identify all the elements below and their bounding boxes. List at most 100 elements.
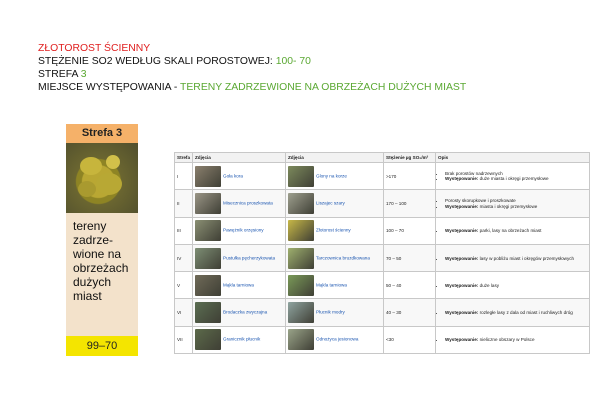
table-row: IV Pustułka pęcherzykowata Tarczownica bru…: [174, 243, 590, 273]
species-name-link[interactable]: Tarczownica bruzdkowana: [316, 255, 370, 260]
concentration-cell: <30: [383, 325, 436, 355]
species-name-link[interactable]: Misecznica proszkowata: [223, 201, 273, 206]
table-header-row: Strefa Zdjęcia Zdjęcia Stężenie µg SO₂/m³ Op…: [174, 152, 590, 163]
lichen-thumbnail[interactable]: [288, 274, 314, 296]
lichen-thumbnail[interactable]: [288, 302, 314, 324]
lichen-thumbnail[interactable]: [288, 220, 314, 242]
table-row: IGoła koraGlony na korze>170Brak porostó…: [174, 161, 590, 191]
lichen-thumbnail[interactable]: [288, 165, 314, 187]
description-item: Występowanie: parki, lasy na obrzeżach m…: [445, 228, 587, 233]
concentration-value: 100- 70: [275, 56, 311, 67]
description-cell: Występowanie: rozległe lasy z dala od mi…: [435, 298, 590, 327]
photo-cell: Liszajec szary: [285, 189, 384, 218]
photo-cell: Płucnik modry: [285, 298, 384, 327]
concentration-cell: >170: [383, 161, 436, 191]
lichen-photo: [66, 143, 138, 213]
lichen-title: ZŁOTOROST ŚCIENNY: [38, 43, 151, 54]
zone-line: STREFA 3: [38, 69, 87, 80]
description-cell: Porosty skorupkowe i proszkowateWystępow…: [435, 189, 590, 218]
species-name-link[interactable]: Płucnik modry: [316, 310, 345, 315]
habitat-value: TERENY ZADRZEWIONE NA OBRZEŻACH DUŻYCH M…: [180, 82, 467, 93]
lichen-thumbnail[interactable]: [288, 247, 314, 269]
table-row: VI Brodaczka zwyczajna Płucnik modry 40 – 3…: [174, 298, 590, 327]
species-name-link[interactable]: Złotorost ścienny: [316, 228, 351, 233]
zone-cell: II: [174, 189, 193, 218]
slide-header: ZŁOTOROST ŚCIENNY STĘŻENIE SO2 WEDŁUG SK…: [38, 42, 466, 94]
photo-cell: Brodaczka zwyczajna: [192, 298, 286, 327]
description-cell: Występowanie: lasy w pobliżu miast i okr…: [435, 243, 590, 273]
description-item: Występowanie: duże miasta i okręgi przem…: [445, 176, 587, 181]
lichen-thumbnail[interactable]: [195, 329, 221, 351]
lichen-thumbnail[interactable]: [195, 165, 221, 187]
species-name-link[interactable]: Mąkla tarniowa: [223, 283, 254, 288]
zone-card-text-line: obrzeżach: [73, 261, 129, 275]
zone-cell: IV: [174, 243, 193, 273]
column-header: Opis: [435, 152, 590, 163]
lichen-thumbnail[interactable]: [195, 274, 221, 296]
concentration-cell: 50 – 40: [383, 271, 436, 300]
photo-cell: Tarczownica bruzdkowana: [285, 243, 384, 273]
table-body: IGoła koraGlony na korze>170Brak porostó…: [174, 161, 590, 355]
species-name-link[interactable]: Brodaczka zwyczajna: [223, 310, 267, 315]
table-row: VII Granicznik płucnik Odnożyca jesionowa <…: [174, 325, 590, 355]
column-header: Zdjęcia: [285, 152, 384, 163]
species-name-link[interactable]: Glony na korze: [316, 173, 347, 178]
species-name-link[interactable]: Goła kora: [223, 173, 243, 178]
zone-cell: III: [174, 216, 193, 245]
photo-cell: Odnożyca jesionowa: [285, 325, 384, 355]
lichen-thumbnail[interactable]: [195, 192, 221, 214]
description-item: Występowanie: rozległe lasy z dala od mi…: [445, 310, 587, 315]
species-name-link[interactable]: Mąkla tarniowa: [316, 283, 347, 288]
zone-card: Strefa 3 tereny zadrze-wione na obrzeżach d…: [66, 124, 138, 356]
zone-cell: VII: [174, 325, 193, 355]
zone-card-text-line: wione na: [73, 247, 122, 261]
description-item: Występowanie: miasta i okręgi przemysłow…: [445, 204, 587, 209]
description-item: Brak porostów nadrzewnych: [445, 171, 587, 176]
photo-cell: Pustułka pęcherzykowata: [192, 243, 286, 273]
habitat-line: MIEJSCE WYSTĘPOWANIA - TERENY ZADRZEWION…: [38, 82, 467, 93]
species-name-link[interactable]: Pawężnik orzęsiony: [223, 228, 264, 233]
concentration-cell: 170 – 100: [383, 189, 436, 218]
zone-card-text-line: dużych: [73, 275, 112, 289]
zone-card-text-line: miast: [73, 289, 102, 303]
concentration-cell: 70 – 50: [383, 243, 436, 273]
column-header: Stężenie µg SO₂/m³: [383, 152, 436, 163]
table-row: II Misecznica proszkowata Liszajec szary 17…: [174, 189, 590, 218]
zone-cell: I: [174, 161, 193, 191]
column-header: Zdjęcia: [192, 152, 286, 163]
zone-cell: V: [174, 271, 193, 300]
table-row: V Mąkla tarniowa Mąkla tarniowa 50 – 40 Wyst…: [174, 271, 590, 300]
description-cell: Brak porostów nadrzewnychWystępowanie: d…: [435, 161, 590, 191]
description-cell: Występowanie: nieliczne obszary w Polsce: [435, 325, 590, 355]
zone-card-text: tereny zadrze-wione na obrzeżach dużych mias…: [66, 213, 138, 336]
concentration-cell: 100 – 70: [383, 216, 436, 245]
zone-card-text-line: zadrze-: [73, 233, 114, 247]
species-name-link[interactable]: Granicznik płucnik: [223, 337, 260, 342]
photo-cell: Pawężnik orzęsiony: [192, 216, 286, 245]
lichen-thumbnail[interactable]: [288, 192, 314, 214]
photo-cell: Glony na korze: [285, 161, 384, 191]
zone-card-title: Strefa 3: [66, 124, 138, 143]
photo-cell: Granicznik płucnik: [192, 325, 286, 355]
lichen-thumbnail[interactable]: [195, 302, 221, 324]
table-row: III Pawężnik orzęsiony Złotorost ścienny 10…: [174, 216, 590, 245]
species-name-link[interactable]: Liszajec szary: [316, 201, 345, 206]
description-item: Porosty skorupkowe i proszkowate: [445, 198, 587, 203]
lichen-thumbnail[interactable]: [195, 247, 221, 269]
description-item: Występowanie: nieliczne obszary w Polsce: [445, 337, 587, 342]
photo-cell: Złotorost ścienny: [285, 216, 384, 245]
column-header: Strefa: [174, 152, 193, 163]
description-cell: Występowanie: duże lasy: [435, 271, 590, 300]
concentration-cell: 40 – 30: [383, 298, 436, 327]
species-name-link[interactable]: Pustułka pęcherzykowata: [223, 255, 275, 260]
zone-card-range: 99–70: [66, 336, 138, 356]
description-item: Występowanie: lasy w pobliżu miast i okr…: [445, 256, 587, 261]
zone-card-text-line: tereny: [73, 219, 107, 233]
lichen-thumbnail[interactable]: [195, 220, 221, 242]
species-name-link[interactable]: Odnożyca jesionowa: [316, 337, 358, 342]
lichen-thumbnail[interactable]: [288, 329, 314, 351]
zone-cell: VI: [174, 298, 193, 327]
photo-cell: Goła kora: [192, 161, 286, 191]
description-item: Występowanie: duże lasy: [445, 283, 587, 288]
concentration-line: STĘŻENIE SO2 WEDŁUG SKALI POROSTOWEJ: 10…: [38, 56, 311, 67]
